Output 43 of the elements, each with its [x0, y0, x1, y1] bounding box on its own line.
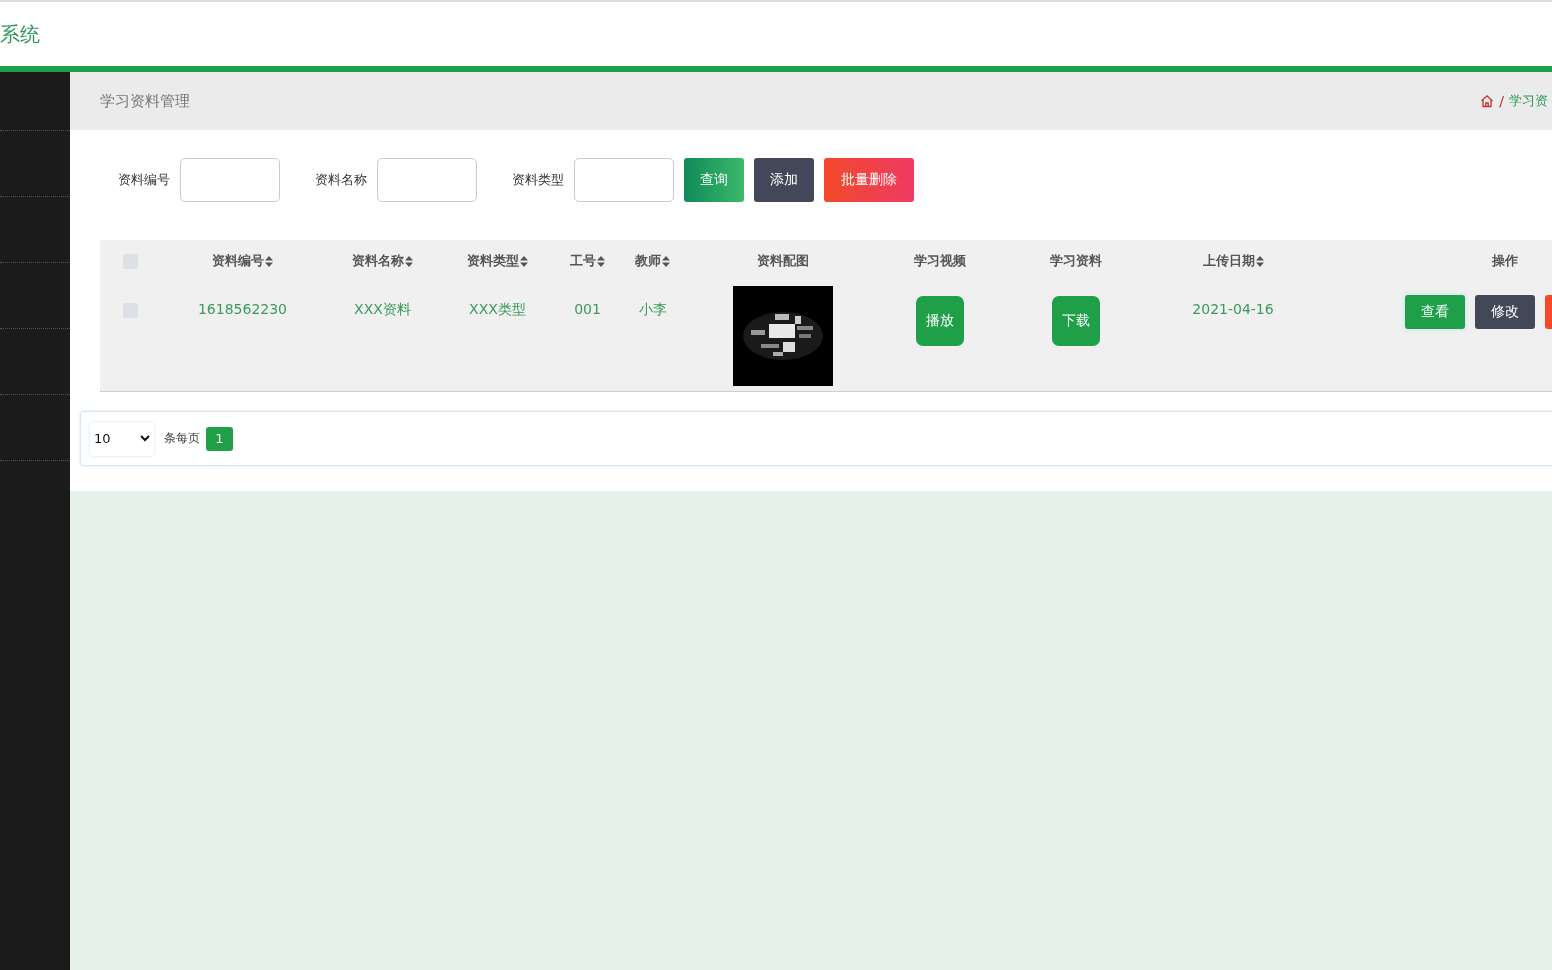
download-button[interactable]: 下载 [1052, 296, 1100, 346]
add-button[interactable]: 添加 [754, 158, 814, 202]
sort-icon[interactable] [520, 255, 528, 267]
delete-button[interactable]: 批量删除 [824, 158, 914, 202]
table-cell: 2021-04-16 [1192, 301, 1274, 317]
sort-icon[interactable] [597, 255, 605, 267]
page-title: 学习资料管理 [100, 91, 190, 111]
table-cell: 1618562230 [197, 301, 288, 317]
table-cell: 小李 [638, 301, 667, 319]
play-button[interactable]: 播放 [916, 296, 964, 346]
table-cell: XXX资料 [354, 301, 411, 319]
column-header[interactable]: 学习视频 [914, 252, 966, 270]
page-size-select[interactable]: 10 [90, 421, 154, 456]
field-label: 资料类型 [512, 171, 564, 189]
sort-icon[interactable] [1255, 255, 1264, 267]
column-header[interactable]: 上传日期 [1202, 252, 1264, 270]
table-cell: 001 [574, 301, 601, 317]
page-size-label: 条每页 [164, 430, 200, 447]
edit-button[interactable]: 修改 [1475, 295, 1535, 329]
page-button[interactable]: 1 [206, 426, 233, 451]
input-field[interactable] [377, 158, 477, 202]
site-title: 系统 [0, 20, 40, 48]
column-header[interactable]: 资料名称 [352, 252, 413, 270]
view-button[interactable]: 查看 [1405, 295, 1465, 329]
sort-icon[interactable] [265, 255, 273, 267]
column-header[interactable]: 资料编号 [212, 252, 273, 270]
breadcrumb-separator: / [1499, 93, 1504, 109]
column-header[interactable]: 工号 [570, 252, 605, 270]
column-header[interactable]: 教师 [635, 252, 670, 270]
column-header[interactable]: 学习资料 [1050, 252, 1102, 270]
caret-icon [140, 435, 150, 442]
column-header[interactable]: 资料类型 [467, 252, 528, 270]
column-header[interactable]: 资料配图 [756, 252, 809, 270]
column-header[interactable]: 操作 [1492, 252, 1518, 270]
input-field[interactable] [180, 158, 280, 202]
field-label: 资料编号 [118, 171, 170, 189]
field-label: 资料名称 [315, 171, 367, 189]
sort-icon[interactable] [662, 255, 670, 267]
sort-icon[interactable] [405, 255, 413, 267]
input-field[interactable] [574, 158, 674, 202]
table-cell: XXX类型 [469, 301, 526, 319]
home-icon[interactable] [1480, 94, 1495, 108]
search-button[interactable]: 查询 [684, 158, 744, 202]
